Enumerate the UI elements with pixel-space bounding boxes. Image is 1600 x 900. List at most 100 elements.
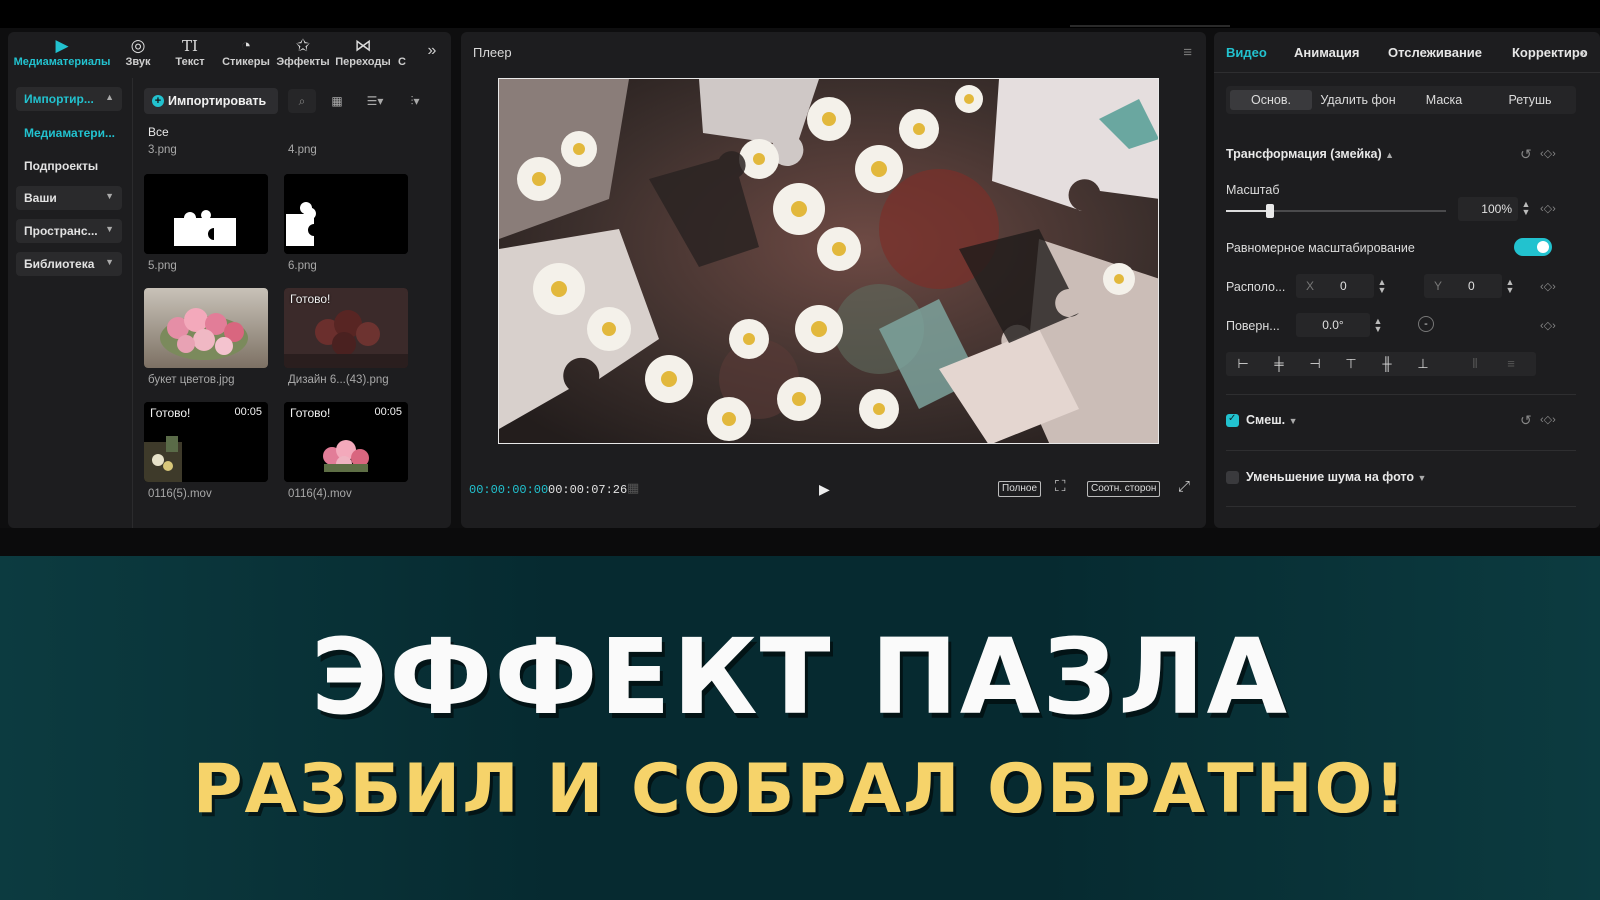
denoise-section-title[interactable]: Уменьшение шума на фото ▼ bbox=[1246, 470, 1426, 484]
uniform-scale-label: Равномерное масштабирование bbox=[1226, 241, 1415, 255]
chevron-down-icon: ▼ bbox=[1417, 473, 1427, 483]
rotation-stepper[interactable]: ▲ ▼ bbox=[1372, 317, 1384, 334]
tab-media[interactable]: ▶ Медиаматериалы bbox=[10, 36, 114, 68]
puzzle-preview-image bbox=[499, 79, 1158, 443]
y-stepper[interactable]: ▲ ▼ bbox=[1504, 278, 1516, 295]
reset-icon[interactable]: ↺ bbox=[1520, 146, 1532, 163]
distribute-h-icon[interactable]: ⫴ bbox=[1460, 356, 1490, 372]
chevron-up-icon: ▲ bbox=[105, 92, 114, 102]
scale-label: Масштаб bbox=[1226, 183, 1280, 197]
banner-subtitle: РАЗБИЛ И СОБРАЛ ОБРАТНО! bbox=[192, 750, 1408, 829]
sidebar-item-yours[interactable]: Ваши ▼ bbox=[16, 186, 122, 210]
keyframe-icon[interactable]: ‹◇› bbox=[1540, 280, 1556, 293]
keyframe-icon[interactable]: ‹◇› bbox=[1540, 413, 1556, 426]
scale-stepper[interactable]: ▲ ▼ bbox=[1520, 200, 1532, 217]
fullscreen-icon[interactable]: ⤢ bbox=[1178, 478, 1190, 495]
subtab-basic[interactable]: Основ. bbox=[1230, 90, 1312, 110]
media-item-bouquet[interactable] bbox=[144, 288, 268, 368]
keyframe-icon[interactable]: ‹◇› bbox=[1540, 147, 1556, 160]
media-item-design[interactable]: Готово! bbox=[284, 288, 408, 368]
align-top-icon[interactable]: ⊤ bbox=[1336, 356, 1366, 372]
tab-animation[interactable]: Анимация bbox=[1294, 45, 1359, 60]
x-stepper[interactable]: ▲ ▼ bbox=[1376, 278, 1388, 295]
position-x-field[interactable]: X 0 bbox=[1296, 274, 1374, 298]
scale-value-field[interactable]: 100% bbox=[1458, 197, 1518, 221]
tab-audio[interactable]: ◎ Звук bbox=[120, 36, 156, 68]
sidebar-item-spaces[interactable]: Пространс... ▼ bbox=[16, 219, 122, 243]
tab-tracking[interactable]: Отслеживание bbox=[1388, 45, 1482, 60]
subtab-mask[interactable]: Маска bbox=[1406, 90, 1482, 110]
tab-stickers-label: Стикеры bbox=[222, 56, 270, 68]
expand-tabs-icon[interactable]: » bbox=[1580, 45, 1587, 60]
audio-icon: ◎ bbox=[130, 36, 146, 55]
blend-checkbox[interactable]: ✓ bbox=[1226, 413, 1239, 427]
import-button[interactable]: + Импортировать bbox=[144, 88, 278, 114]
scale-slider-fill bbox=[1226, 210, 1270, 212]
keyframe-icon[interactable]: ‹◇› bbox=[1540, 319, 1556, 332]
play-button[interactable]: ▶ bbox=[819, 481, 830, 498]
align-bottom-icon[interactable]: ⊥ bbox=[1408, 356, 1438, 372]
align-center-h-icon[interactable]: ╪ bbox=[1264, 356, 1294, 372]
blend-title-text: Смеш. bbox=[1246, 413, 1286, 427]
puzzle-piece-icon bbox=[284, 174, 408, 254]
align-right-icon[interactable]: ⊣ bbox=[1300, 356, 1330, 372]
aspect-ratio-button[interactable]: Соотн. сторон bbox=[1087, 481, 1161, 497]
filter-icon[interactable]: ⫶▾ bbox=[400, 89, 430, 113]
media-item-6png[interactable] bbox=[284, 174, 408, 254]
tab-text-label: Текст bbox=[175, 56, 205, 68]
rotation-label: Поверн... bbox=[1226, 319, 1280, 333]
puzzle-piece-icon bbox=[144, 174, 268, 254]
subtab-retouch[interactable]: Ретушь bbox=[1488, 90, 1572, 110]
tabs-divider bbox=[1214, 72, 1600, 73]
subtab-remove-bg[interactable]: Удалить фон bbox=[1316, 90, 1400, 110]
snapshot-icon[interactable]: ⛶ bbox=[1055, 478, 1066, 495]
chevron-up-icon: ▲ bbox=[1385, 150, 1395, 160]
inspector-panel: Видео Анимация Отслеживание Корректиро »… bbox=[1214, 32, 1600, 528]
media-item-5png[interactable] bbox=[144, 174, 268, 254]
reset-icon[interactable]: ↺ bbox=[1520, 412, 1532, 429]
tab-transitions[interactable]: ⋈ Переходы bbox=[334, 36, 392, 68]
tab-adjust[interactable]: Корректиро bbox=[1512, 45, 1588, 60]
tab-text[interactable]: TI Текст bbox=[170, 36, 210, 68]
media-item-video-4[interactable]: Готово! 00:05 bbox=[284, 402, 408, 482]
denoise-checkbox[interactable] bbox=[1226, 471, 1239, 484]
sidebar-item-import[interactable]: Импортир... ▲ bbox=[16, 87, 122, 111]
media-item-label: 6.png bbox=[288, 260, 317, 272]
expand-tabs-icon[interactable]: » bbox=[422, 42, 442, 60]
duration-label: 00:05 bbox=[234, 406, 262, 418]
sort-icon[interactable]: ☰▾ bbox=[360, 89, 390, 113]
scale-slider-handle[interactable] bbox=[1266, 204, 1274, 218]
align-center-v-icon[interactable]: ╫ bbox=[1372, 356, 1402, 372]
sidebar-item-library[interactable]: Библиотека ▼ bbox=[16, 252, 122, 276]
align-left-icon[interactable]: ⊢ bbox=[1228, 356, 1258, 372]
import-button-label: Импортировать bbox=[168, 94, 267, 108]
status-badge: Готово! bbox=[290, 292, 331, 306]
keyframe-icon[interactable]: ‹◇› bbox=[1540, 202, 1556, 215]
menu-icon[interactable]: ≡ bbox=[1183, 44, 1192, 61]
tab-video[interactable]: Видео bbox=[1226, 45, 1267, 60]
full-quality-button[interactable]: Полное bbox=[998, 481, 1042, 497]
sidebar-item-media[interactable]: Медиаматери... bbox=[24, 126, 115, 140]
status-badge: Готово! bbox=[150, 406, 191, 420]
position-y-field[interactable]: Y 0 bbox=[1424, 274, 1502, 298]
rotation-dial-icon[interactable]: - bbox=[1418, 316, 1434, 332]
media-item-video-5[interactable]: Готово! 00:05 bbox=[144, 402, 268, 482]
bouquet-image bbox=[144, 288, 268, 368]
transform-title-text: Трансформация (змейка) bbox=[1226, 147, 1382, 161]
sidebar-item-subprojects[interactable]: Подпроекты bbox=[24, 159, 98, 173]
preview-canvas[interactable] bbox=[498, 78, 1159, 444]
uniform-scale-toggle[interactable] bbox=[1514, 238, 1552, 256]
grid-view-icon[interactable]: ▦ bbox=[326, 89, 348, 113]
tab-more-partial[interactable]: С bbox=[396, 56, 408, 68]
media-item-label: букет цветов.jpg bbox=[148, 374, 235, 386]
tab-effects[interactable]: ✩ Эффекты bbox=[276, 36, 330, 68]
blend-section-title[interactable]: Смеш. ▼ bbox=[1246, 413, 1298, 427]
timeline-grid-icon[interactable]: ▦ bbox=[627, 480, 639, 496]
window-bottom-strip bbox=[0, 528, 1600, 556]
rotation-field[interactable]: 0.0° bbox=[1296, 313, 1370, 337]
distribute-v-icon[interactable]: ≡ bbox=[1496, 356, 1526, 372]
category-all[interactable]: Все bbox=[148, 125, 169, 139]
tab-stickers[interactable]: ◔ Стикеры bbox=[220, 36, 272, 68]
transform-section-title[interactable]: Трансформация (змейка) ▲ bbox=[1226, 147, 1394, 161]
search-icon[interactable]: ⌕ bbox=[288, 89, 316, 113]
